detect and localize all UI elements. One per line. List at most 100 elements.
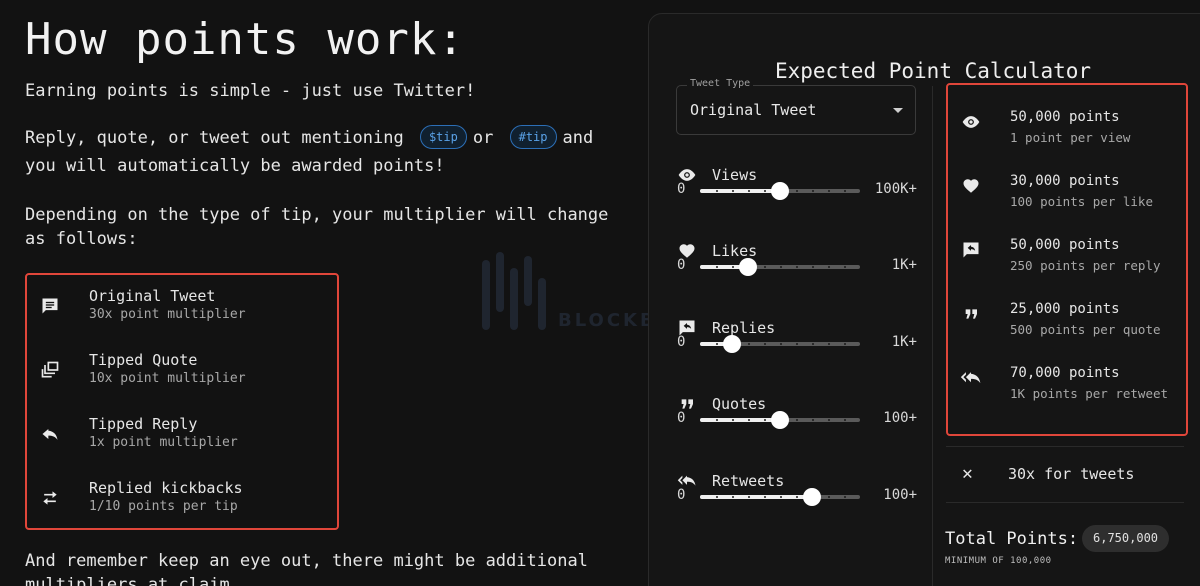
breakdown-points: 50,000 points [1010,237,1120,253]
message-icon [39,295,61,317]
slider-step-mark [844,190,846,192]
slider-label: Likes [712,242,758,260]
slider-step-mark [844,419,846,421]
slider-label: Replies [712,319,776,337]
reply-arrow-icon [39,423,61,445]
divider [946,446,1184,447]
slider-label: Retweets [712,472,785,490]
slider-step-mark [812,419,814,421]
multiplier-desc: 30x point multiplier [89,307,246,322]
or-word: or [472,128,494,148]
tip-dollar-chip[interactable]: $tip [419,125,467,149]
and-word: and [562,128,594,148]
breakdown-desc: 100 points per like [1010,194,1153,209]
mention-prefix: Reply, quote, or tweet out mentioning [25,128,404,148]
breakdown-points: 25,000 points [1010,301,1120,317]
slider-step-mark [796,343,798,345]
slider-step-mark [716,496,718,498]
slider-thumb[interactable] [771,411,789,429]
slider-max: 1K+ [891,334,917,350]
breakdown-points: 30,000 points [1010,173,1120,189]
multiplier-desc: 1/10 points per tip [89,499,238,514]
retweets-slider-track[interactable] [700,488,860,506]
slider-max: 1K+ [891,257,917,273]
slider-step-mark [764,343,766,345]
slider-replies: Replies 0 1K+ [677,318,917,378]
slider-step-mark [796,496,798,498]
swap-arrows-icon [39,487,61,509]
slider-thumb[interactable] [803,488,821,506]
slider-step-mark [764,266,766,268]
caret-down-icon [893,108,903,113]
slider-step-mark [812,266,814,268]
multiplier-desc: 1x point multiplier [89,435,238,450]
tip-hash-chip[interactable]: #tip [509,125,557,149]
slider-thumb[interactable] [723,335,741,353]
slider-step-mark [780,496,782,498]
tweet-type-value: Original Tweet [690,101,817,119]
slider-step-mark [716,266,718,268]
slider-thumb[interactable] [771,182,789,200]
slider-fill [700,189,780,193]
tweet-type-select[interactable]: Tweet Type Original Tweet [676,78,916,135]
multiplier-title: Replied kickbacks [89,479,243,497]
slider-step-mark [828,190,830,192]
slider-min: 0 [677,181,686,197]
replies-slider-track[interactable] [700,335,860,353]
heart-icon [960,175,982,197]
reply-bubble-icon [960,239,982,261]
breakdown-desc: 1K points per retweet [1010,386,1169,401]
slider-step-mark [844,343,846,345]
mention-line: Reply, quote, or tweet out mentioning $t… [25,125,593,151]
slider-step-mark [828,266,830,268]
slider-step-mark [764,496,766,498]
points-breakdown: 50,000 points 1 point per view 30,000 po… [946,83,1188,436]
slider-max: 100+ [883,487,917,503]
slider-step-mark [828,419,830,421]
slider-step-mark [780,343,782,345]
likes-slider-track[interactable] [700,258,860,276]
multiplier-tipped-reply: Tipped Reply 1x point multiplier [27,415,337,465]
footer-line-2: multipliers at claim [25,575,230,586]
slider-step-mark [812,343,814,345]
slider-step-mark [796,190,798,192]
multiplier-list: Original Tweet 30x point multiplier Tipp… [25,273,339,530]
footer-line-1: And remember keep an eye out, there migh… [25,551,588,571]
slider-step-mark [796,419,798,421]
breakdown-points: 70,000 points [1010,365,1120,381]
slider-step-mark [844,496,846,498]
depend-line-1: Depending on the type of tip, your multi… [25,205,609,225]
slider-max: 100K+ [874,181,917,197]
slider-min: 0 [677,410,686,426]
divider [946,502,1184,503]
breakdown-desc: 500 points per quote [1010,322,1161,337]
multiplier-original-tweet: Original Tweet 30x point multiplier [27,287,337,337]
breakdown-desc: 250 points per reply [1010,258,1161,273]
multiplier-text: 30x for tweets [1008,465,1135,483]
slider-thumb[interactable] [739,258,757,276]
slider-step-mark [748,496,750,498]
quote-icon [960,303,982,325]
slider-min: 0 [677,487,686,503]
slider-step-mark [812,190,814,192]
stacked-squares-icon [39,359,61,381]
depend-line-2: as follows: [25,229,138,249]
multiplier-replied-kickbacks: Replied kickbacks 1/10 points per tip [27,479,337,529]
slider-fill [700,418,780,422]
breakdown-desc: 1 point per view [1010,130,1131,145]
slider-step-mark [732,190,734,192]
slider-max: 100+ [883,410,917,426]
multiplier-title: Original Tweet [89,287,216,305]
intro-text: Earning points is simple - just use Twit… [25,81,476,101]
quotes-slider-track[interactable] [700,411,860,429]
tweet-multiplier: ✕ 30x for tweets [946,460,1184,490]
breakdown-points: 50,000 points [1010,109,1120,125]
reply-all-icon [960,367,982,389]
slider-retweets: Retweets 0 100+ [677,471,917,531]
views-slider-track[interactable] [700,182,860,200]
slider-step-mark [844,266,846,268]
slider-step-mark [828,496,830,498]
multiplier-title: Tipped Quote [89,351,198,369]
slider-step-mark [796,266,798,268]
slider-quotes: Quotes 0 100+ [677,394,917,454]
